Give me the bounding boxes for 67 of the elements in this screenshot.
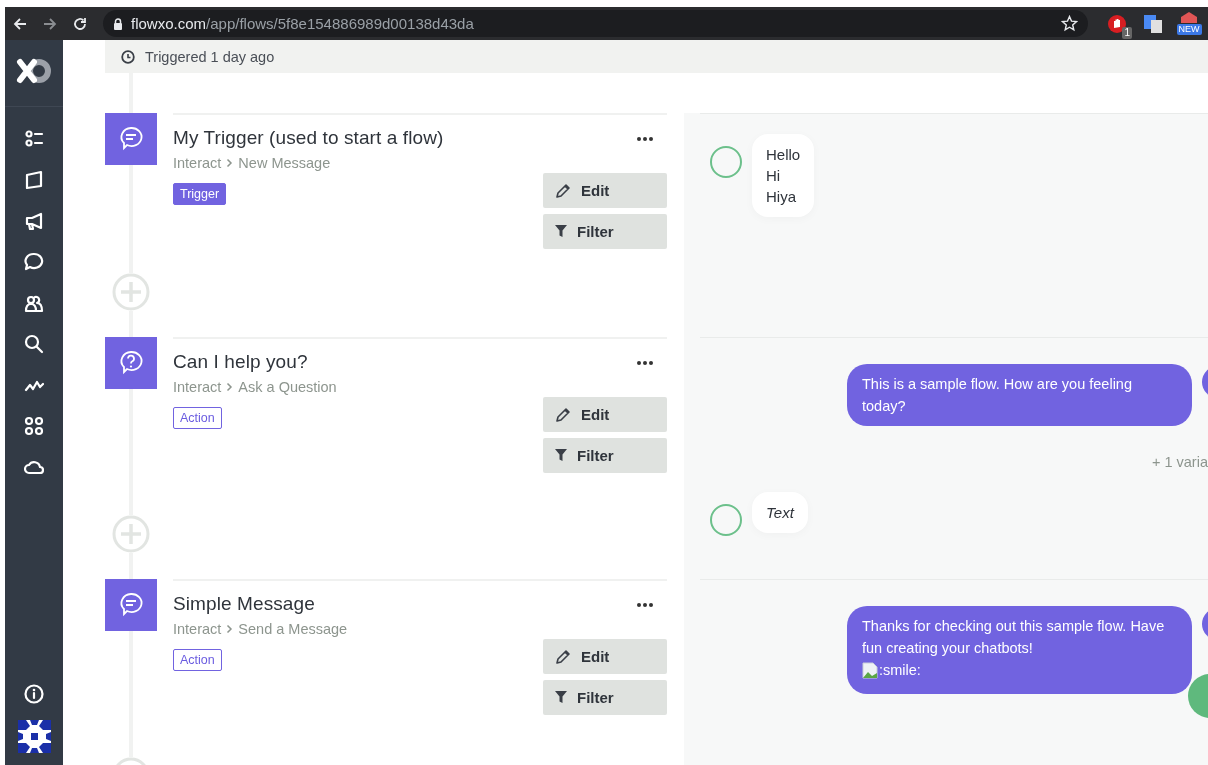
house-icon[interactable] bbox=[1180, 10, 1198, 23]
arrow-right-icon bbox=[42, 15, 58, 32]
pencil-icon bbox=[555, 648, 571, 665]
step-action: Send a Message bbox=[238, 621, 348, 637]
info-icon[interactable] bbox=[24, 684, 44, 704]
pencil-icon bbox=[555, 182, 571, 199]
step-app: Interact bbox=[173, 155, 222, 171]
chat-text: Hi bbox=[766, 166, 782, 186]
edit-button[interactable]: Edit bbox=[543, 639, 667, 674]
chat-text: This is a sample flow. How are you feeling today? bbox=[862, 375, 1133, 416]
variation-count: + 1 varia bbox=[1151, 454, 1208, 470]
edit-button[interactable]: Edit bbox=[543, 397, 667, 432]
avatar-icon[interactable] bbox=[17, 720, 51, 753]
clock-icon bbox=[121, 49, 135, 64]
filter-icon bbox=[555, 691, 567, 704]
megaphone-icon[interactable] bbox=[24, 211, 44, 231]
image-alt-text: :smile: bbox=[879, 661, 921, 680]
edit-button[interactable]: Edit bbox=[543, 173, 667, 208]
arrow-left-icon bbox=[12, 15, 28, 32]
step-icon bbox=[105, 337, 157, 389]
filter-button[interactable]: Filter bbox=[543, 680, 667, 715]
chevron-icon bbox=[226, 624, 234, 634]
step-app: Interact bbox=[173, 621, 222, 637]
star-icon[interactable] bbox=[1061, 15, 1078, 32]
more-menu-icon[interactable] bbox=[635, 601, 655, 609]
address-bar[interactable]: flowxo.com/app/flows/5f8e154886989d00138d43da bbox=[103, 10, 1088, 37]
filter-icon bbox=[555, 225, 567, 238]
step-action: Ask a Question bbox=[238, 379, 337, 395]
more-menu-icon[interactable] bbox=[635, 359, 655, 367]
apps-icon[interactable] bbox=[24, 416, 44, 436]
logo-icon[interactable] bbox=[16, 56, 52, 86]
step-title: Can I help you? bbox=[173, 351, 308, 373]
chat-bubble-icon[interactable] bbox=[24, 252, 44, 272]
chat-text: Hiya bbox=[766, 187, 797, 207]
step-action: New Message bbox=[238, 155, 331, 171]
step-title: My Trigger (used to start a flow) bbox=[173, 127, 444, 149]
filter-button[interactable]: Filter bbox=[543, 214, 667, 249]
step-tag: Action bbox=[173, 649, 222, 671]
chat-text: Thanks for checking out this sample flow. Have fun creating your chatbots! bbox=[862, 617, 1166, 658]
users-icon[interactable] bbox=[24, 293, 44, 313]
list-icon[interactable] bbox=[24, 129, 44, 149]
chat-text: Hello bbox=[766, 145, 801, 165]
pencil-icon bbox=[555, 406, 571, 423]
trigger-status: Triggered 1 day ago bbox=[145, 48, 275, 65]
more-menu-icon[interactable] bbox=[635, 135, 655, 143]
step-title: Simple Message bbox=[173, 593, 315, 615]
lock-icon bbox=[113, 17, 123, 30]
broken-image-icon bbox=[862, 661, 878, 679]
user-avatar-icon bbox=[710, 504, 742, 536]
step-icon bbox=[105, 579, 157, 631]
filter-button[interactable]: Filter bbox=[543, 438, 667, 473]
chevron-icon bbox=[226, 158, 234, 168]
chevron-icon bbox=[226, 382, 234, 392]
extension-badge: 1 bbox=[1122, 26, 1132, 39]
user-avatar-icon bbox=[710, 146, 742, 178]
reload-icon bbox=[72, 15, 88, 32]
step-tag: Trigger bbox=[173, 183, 227, 205]
step-icon bbox=[105, 113, 157, 165]
search-icon[interactable] bbox=[24, 334, 44, 354]
url-host: flowxo.com bbox=[131, 15, 207, 32]
extension-badge: NEW bbox=[1176, 23, 1202, 35]
url-path: /app/flows/5f8e154886989d00138d43da bbox=[206, 15, 474, 32]
chat-bubble: Text bbox=[752, 492, 808, 533]
translate-icon[interactable] bbox=[1142, 12, 1164, 35]
step-tag: Action bbox=[173, 407, 222, 429]
filter-icon bbox=[555, 449, 567, 462]
step-app: Interact bbox=[173, 379, 222, 395]
